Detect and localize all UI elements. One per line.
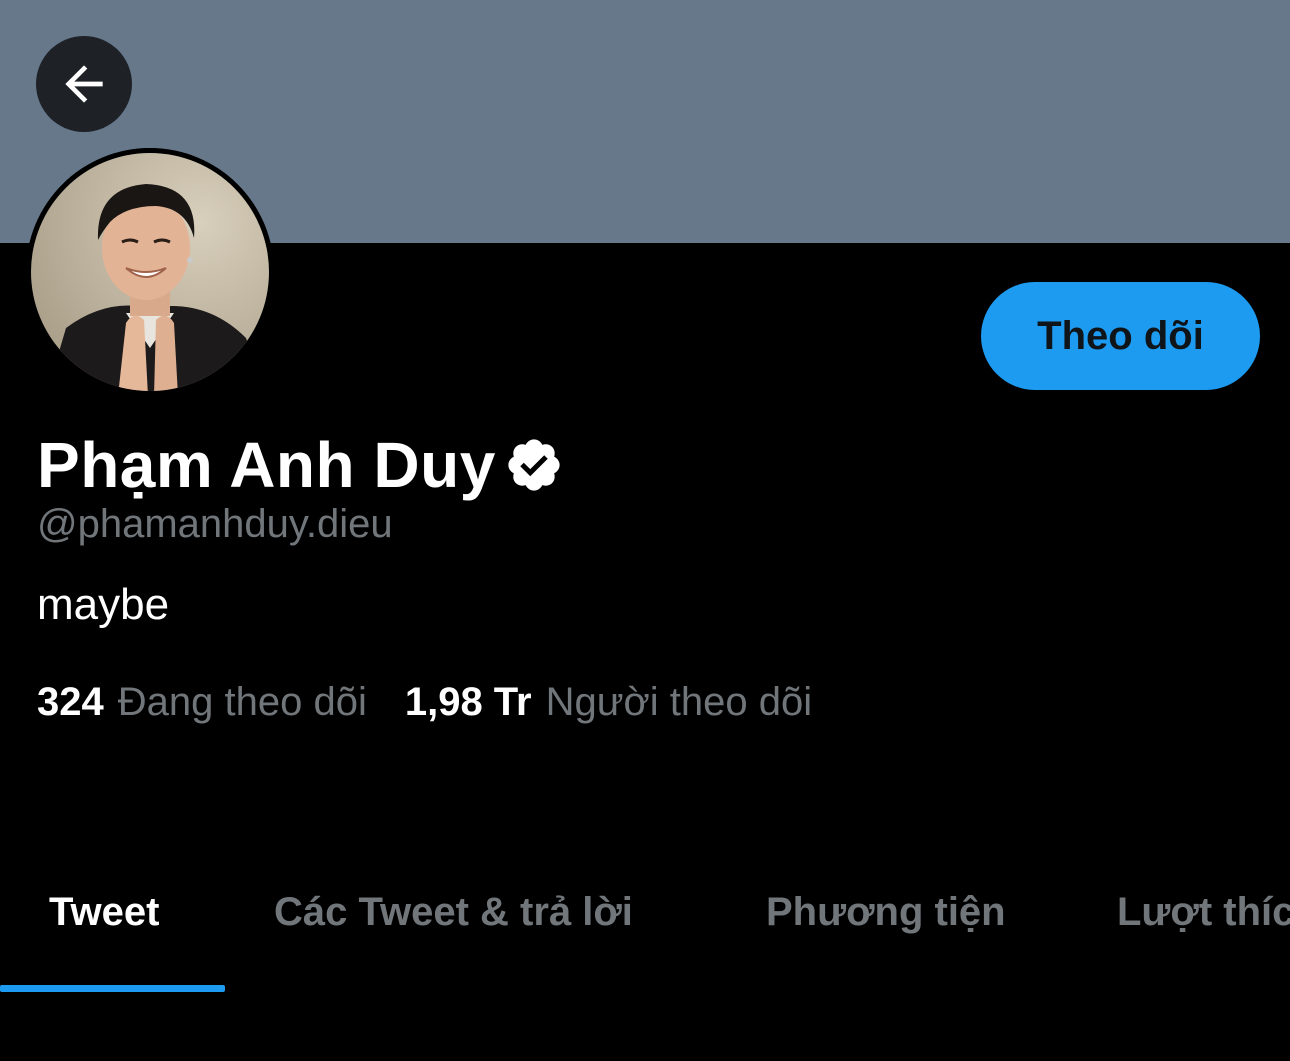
profile-stats: 324 Đang theo dõi 1,98 Tr Người theo dõi [37, 680, 812, 725]
followers-count: 1,98 Tr [404, 680, 532, 724]
following-count: 324 [37, 680, 104, 724]
tab-likes[interactable]: Lượt thích [1117, 890, 1290, 935]
display-name: Phạm Anh Duy [37, 429, 496, 501]
back-button[interactable] [36, 36, 132, 132]
avatar-photo [26, 148, 274, 396]
following-stat[interactable]: 324 Đang theo dõi [37, 680, 367, 725]
tab-media[interactable]: Phương tiện [766, 890, 1006, 935]
profile-bio: maybe [37, 580, 170, 629]
profile-tabs: Tweet Các Tweet & trả lời Phương tiện Lư… [0, 860, 1290, 995]
tab-tweets[interactable]: Tweet [49, 890, 159, 935]
profile-name-row: Phạm Anh Duy [37, 425, 564, 505]
follow-button[interactable]: Theo dõi [981, 282, 1260, 390]
profile-avatar[interactable] [26, 148, 274, 396]
followers-label: Người theo dõi [545, 680, 813, 724]
following-label: Đang theo dõi [117, 680, 367, 724]
profile-handle: @phamanhduy.dieu [37, 502, 393, 546]
active-tab-indicator [0, 985, 225, 992]
arrow-left-icon [65, 65, 103, 103]
verified-badge-icon [508, 439, 560, 491]
followers-stat[interactable]: 1,98 Tr Người theo dõi [405, 680, 812, 725]
tab-tweets-and-replies[interactable]: Các Tweet & trả lời [274, 890, 633, 935]
